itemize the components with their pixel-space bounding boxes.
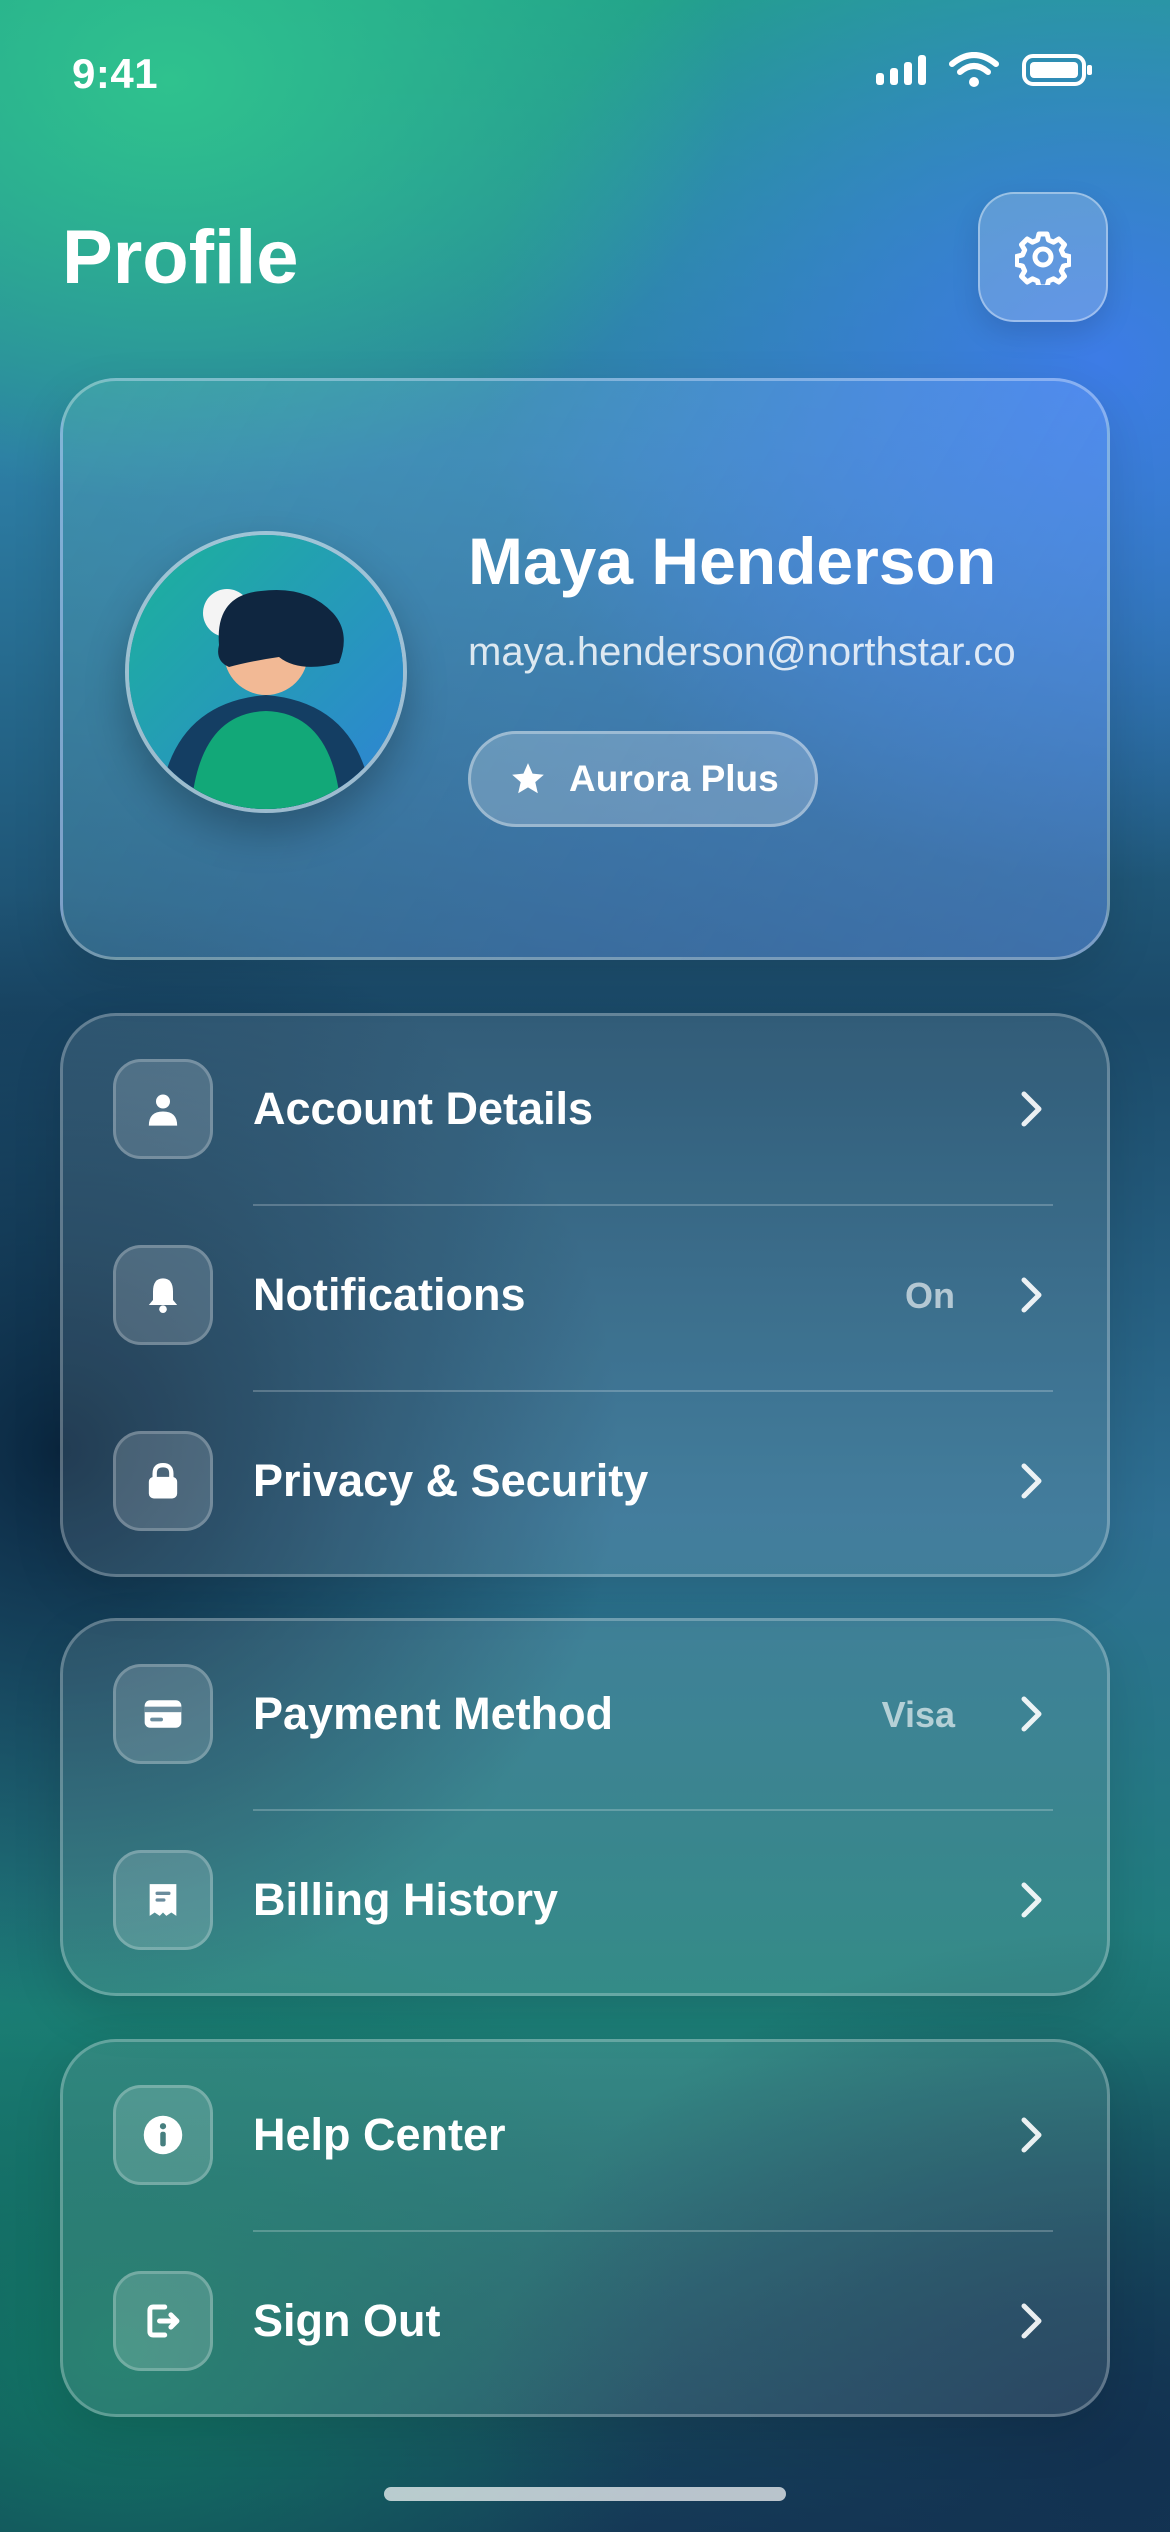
user-email: maya.henderson@northstar.co (468, 630, 1016, 674)
support-group: Help Center Sign Out (60, 2039, 1110, 2417)
info-icon (113, 2085, 213, 2185)
profile-card[interactable]: Maya Henderson maya.henderson@northstar.… (60, 378, 1110, 960)
chevron-right-icon (1021, 1882, 1042, 1918)
page-title: Profile (62, 215, 299, 300)
row-privacy-security[interactable]: Privacy & Security (63, 1388, 1107, 1574)
chevron-right-icon (1021, 1091, 1042, 1127)
chevron-right-icon (1021, 1463, 1042, 1499)
sign-out-icon (113, 2271, 213, 2371)
row-label: Notifications (253, 1269, 526, 1320)
home-indicator[interactable] (384, 2487, 786, 2501)
star-icon (512, 763, 544, 794)
plan-badge[interactable]: Aurora Plus (468, 731, 818, 827)
billing-group: Payment Method Visa Billing History (60, 1618, 1110, 1996)
account-settings-group: Account Details Notifications On Privacy… (60, 1013, 1110, 1577)
credit-card-icon (113, 1664, 213, 1764)
status-icons (876, 50, 1094, 90)
row-label: Billing History (253, 1874, 559, 1925)
row-label: Account Details (253, 1083, 594, 1134)
chevron-right-icon (1021, 2303, 1042, 2339)
row-help-center[interactable]: Help Center (63, 2042, 1107, 2228)
cellular-signal-icon (876, 55, 926, 85)
row-label: Help Center (253, 2109, 506, 2160)
chevron-right-icon (1021, 1696, 1042, 1732)
row-value: Visa (881, 1694, 955, 1735)
battery-icon (1022, 54, 1092, 86)
lock-icon (113, 1431, 213, 1531)
chevron-right-icon (1021, 2117, 1042, 2153)
row-billing-history[interactable]: Billing History (63, 1807, 1107, 1993)
row-payment-method[interactable]: Payment Method Visa (63, 1621, 1107, 1807)
row-label: Privacy & Security (253, 1455, 649, 1506)
avatar-illustration (129, 535, 403, 809)
status-time: 9:41 (72, 50, 159, 97)
chevron-right-icon (1021, 1277, 1042, 1313)
row-account-details[interactable]: Account Details (63, 1016, 1107, 1202)
gear-icon (1015, 231, 1071, 285)
settings-button[interactable] (978, 192, 1108, 322)
row-notifications[interactable]: Notifications On (63, 1202, 1107, 1388)
row-label: Sign Out (253, 2295, 441, 2346)
avatar (125, 531, 407, 813)
row-value: On (905, 1275, 955, 1316)
row-label: Payment Method (253, 1688, 614, 1739)
user-name: Maya Henderson (468, 524, 997, 598)
wifi-icon (949, 52, 999, 87)
person-icon (113, 1059, 213, 1159)
row-sign-out[interactable]: Sign Out (63, 2228, 1107, 2414)
receipt-icon (113, 1850, 213, 1950)
plan-badge-label: Aurora Plus (569, 758, 779, 799)
bell-icon (113, 1245, 213, 1345)
